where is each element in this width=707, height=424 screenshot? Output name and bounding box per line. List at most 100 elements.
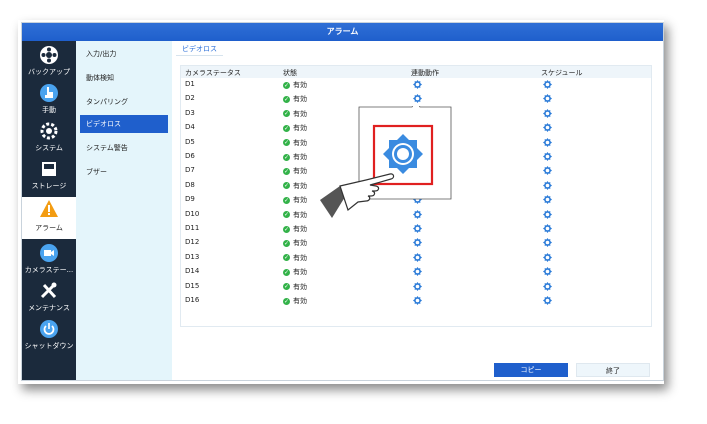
nav-item-maintenance[interactable]: メンテナンス (22, 279, 76, 317)
schedule-gear-icon[interactable] (543, 94, 552, 104)
status-cell[interactable]: ✓ 有効 (283, 109, 307, 119)
table-row: D12 ✓ 有効 (181, 236, 651, 250)
schedule-gear-icon[interactable] (543, 224, 552, 233)
linkage-gear-icon[interactable] (413, 296, 422, 305)
linkage-gear-icon[interactable] (413, 281, 422, 291)
schedule-gear-icon[interactable] (543, 209, 552, 219)
status-cell[interactable]: ✓ 有効 (283, 224, 307, 234)
status-cell[interactable]: ✓ 有効 (283, 267, 307, 277)
status-cell[interactable]: ✓ 有効 (283, 253, 307, 263)
nav-label: システム (35, 144, 63, 152)
status-text: 有効 (293, 109, 307, 118)
submenu-item-buzzer[interactable]: ブザー (80, 163, 168, 181)
table-header: カメラステータス 状態 連動動作 スケジュール (181, 66, 651, 78)
table-row: D14 ✓ 有効 (181, 265, 651, 279)
status-text: 有効 (293, 153, 307, 161)
check-icon: ✓ (283, 167, 290, 175)
status-cell[interactable]: ✓ 有効 (283, 181, 307, 191)
status-text: 有効 (293, 253, 307, 262)
nav-item-camera-status[interactable]: カメラステー... (22, 241, 76, 279)
check-icon: ✓ (283, 81, 290, 89)
nav-label: カメラステー... (24, 266, 74, 274)
submenu-item-system-warning[interactable]: システム警告 (80, 139, 168, 157)
camera-name: D16 (185, 296, 200, 304)
header-status: 状態 (283, 69, 297, 77)
status-cell[interactable]: ✓ 有効 (283, 152, 307, 162)
submenu-item-motion[interactable]: 動体検知 (80, 69, 168, 87)
status-cell[interactable]: ✓ 有効 (283, 282, 307, 292)
linkage-gear-icon[interactable] (413, 94, 422, 104)
schedule-gear-icon[interactable] (543, 238, 552, 248)
linkage-gear-icon[interactable] (413, 209, 422, 219)
schedule-gear-icon[interactable] (543, 108, 552, 118)
camera-name: D1 (185, 80, 195, 88)
check-icon: ✓ (283, 124, 290, 132)
status-cell[interactable]: ✓ 有効 (283, 138, 307, 148)
schedule-gear-icon[interactable] (543, 267, 552, 277)
status-cell[interactable]: ✓ 有効 (283, 296, 307, 306)
camera-name: D14 (185, 267, 200, 276)
linkage-gear-icon[interactable] (413, 267, 422, 277)
status-cell[interactable]: ✓ 有効 (283, 166, 307, 176)
exit-button[interactable]: 終了 (576, 363, 650, 377)
main-content: ビデオロス カメラステータス 状態 連動動作 スケジュール D1 ✓ 有効 D2 ✓ 有効… (172, 41, 663, 380)
check-icon: ✓ (283, 153, 290, 161)
nav-item-manual[interactable]: 手動 (22, 81, 76, 119)
table-row: D11 ✓ 有効 (181, 222, 651, 236)
header-camera-status: カメラステータス (185, 69, 241, 77)
schedule-gear-icon[interactable] (543, 152, 552, 161)
camera-name: D7 (185, 166, 195, 175)
submenu-item-io[interactable]: 入力/出力 (80, 45, 168, 63)
check-icon: ✓ (283, 110, 290, 118)
nav-item-alarm[interactable]: アラーム (22, 197, 76, 239)
status-cell[interactable]: ✓ 有効 (283, 238, 307, 248)
nav-item-storage[interactable]: ストレージ (22, 157, 76, 195)
submenu-item-tampering[interactable]: タンパリング (80, 93, 168, 111)
schedule-gear-icon[interactable] (543, 123, 552, 133)
camera-icon (40, 244, 58, 262)
camera-name: D2 (185, 94, 195, 103)
nav-item-system[interactable]: システム (22, 119, 76, 157)
status-text: 有効 (293, 268, 307, 277)
status-text: 有効 (293, 95, 307, 104)
copy-button[interactable]: コピー (494, 363, 568, 377)
camera-name: D15 (185, 281, 200, 290)
check-icon: ✓ (283, 268, 290, 276)
nav-item-shutdown[interactable]: シャットダウン (22, 317, 76, 355)
camera-name: D3 (185, 108, 195, 117)
status-text: 有効 (293, 210, 307, 219)
schedule-gear-icon[interactable] (543, 252, 552, 262)
status-text: 有効 (293, 297, 307, 305)
status-text: 有効 (293, 124, 307, 133)
tab-video-loss[interactable]: ビデオロス (176, 43, 223, 56)
status-cell[interactable]: ✓ 有効 (283, 123, 307, 133)
schedule-gear-icon[interactable] (543, 166, 552, 176)
camera-name: D9 (185, 195, 195, 204)
window-title: アラーム (22, 23, 663, 41)
status-cell[interactable]: ✓ 有効 (283, 210, 307, 220)
status-cell[interactable]: ✓ 有効 (283, 94, 307, 104)
nav-item-backup[interactable]: バックアップ (22, 43, 76, 81)
storage-icon (42, 162, 56, 176)
schedule-gear-icon[interactable] (543, 296, 552, 305)
check-icon: ✓ (283, 254, 290, 262)
linkage-gear-icon[interactable] (413, 252, 422, 262)
camera-name: D11 (185, 224, 200, 232)
check-icon: ✓ (283, 182, 290, 190)
submenu-item-video-loss[interactable]: ビデオロス (80, 115, 168, 133)
schedule-gear-icon[interactable] (543, 195, 552, 205)
tools-icon (40, 282, 57, 299)
schedule-gear-icon[interactable] (543, 281, 552, 291)
status-text: 有効 (293, 138, 307, 147)
linkage-gear-icon[interactable] (413, 80, 422, 89)
nav-label: メンテナンス (28, 304, 70, 312)
status-text: 有効 (293, 167, 307, 176)
linkage-gear-icon[interactable] (413, 238, 422, 248)
schedule-gear-icon[interactable] (543, 137, 552, 147)
linkage-gear-icon[interactable] (413, 224, 422, 233)
status-cell[interactable]: ✓ 有効 (283, 80, 307, 90)
status-cell[interactable]: ✓ 有効 (283, 195, 307, 205)
camera-name: D12 (185, 238, 200, 247)
schedule-gear-icon[interactable] (543, 80, 552, 89)
schedule-gear-icon[interactable] (543, 180, 552, 190)
